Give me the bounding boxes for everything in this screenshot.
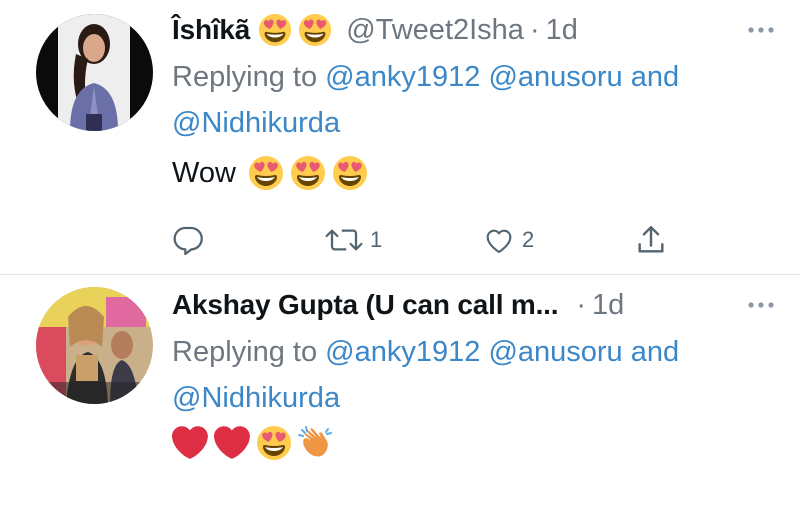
tweet-text [172, 425, 776, 461]
tweet[interactable]: Akshay Gupta (U can call m... · 1d Reply… [0, 275, 800, 506]
like-count: 2 [522, 227, 535, 252]
heart-eyes-emoji [258, 13, 292, 47]
mention-link[interactable]: @anky1912 [325, 61, 480, 93]
share-icon [638, 226, 664, 253]
mention-link[interactable]: @anusoru [488, 336, 622, 368]
reply-icon [173, 226, 203, 256]
replying-to-label: Replying to [172, 61, 318, 93]
heart-eyes-emoji [248, 155, 284, 191]
more-horizontal-icon [748, 302, 774, 308]
red-heart-emoji [214, 425, 250, 461]
heart-icon [486, 229, 512, 254]
tweet-text-content: Wow [172, 157, 236, 189]
mention-link[interactable]: @anky1912 [325, 336, 480, 368]
heart-eyes-emoji [256, 425, 292, 461]
display-name[interactable]: Akshay Gupta (U can call m... [172, 289, 559, 321]
timestamp[interactable]: 1d [546, 14, 578, 47]
more-options-button[interactable] [746, 285, 776, 325]
reply-button[interactable] [172, 222, 210, 258]
display-name[interactable]: Îshîkã [172, 14, 250, 46]
replying-to: Replying to @anky1912 @anusoru and @Nidh… [172, 329, 776, 421]
mention-link[interactable]: @Nidhikurda [172, 107, 340, 139]
more-horizontal-icon [748, 27, 774, 33]
mention-link[interactable]: @anusoru [488, 61, 622, 93]
tweet-text: Wow [172, 150, 776, 196]
tweet-header: Akshay Gupta (U can call m... · 1d [172, 285, 776, 325]
mention-and[interactable]: and [631, 336, 679, 368]
mention-and[interactable]: and [631, 61, 679, 93]
avatar[interactable] [36, 287, 153, 404]
tweet-actions: 1 2 [172, 222, 672, 258]
replying-to: Replying to @anky1912 @anusoru and @Nidh… [172, 54, 776, 146]
separator-dot: · [576, 288, 586, 321]
share-button[interactable] [634, 222, 668, 258]
retweet-icon [325, 229, 363, 251]
username-handle[interactable]: @Tweet2Isha [346, 14, 524, 47]
clapping-hands-emoji [298, 425, 334, 461]
avatar-photo [36, 14, 153, 131]
tweet-body: Îshîkã @Tweet2Isha · 1d Replying to @ank… [172, 10, 776, 196]
replying-to-label: Replying to [172, 336, 318, 368]
heart-eyes-emoji [290, 155, 326, 191]
retweet-count: 1 [370, 227, 383, 252]
timestamp[interactable]: 1d [592, 289, 624, 322]
more-options-button[interactable] [746, 10, 776, 50]
retweet-button[interactable]: 1 [324, 222, 382, 258]
heart-eyes-emoji [332, 155, 368, 191]
like-button[interactable]: 2 [482, 222, 534, 258]
heart-eyes-emoji [298, 13, 332, 47]
tweet-body: Akshay Gupta (U can call m... · 1d Reply… [172, 285, 776, 461]
avatar[interactable] [36, 14, 153, 131]
red-heart-emoji [172, 425, 208, 461]
tweet-header: Îshîkã @Tweet2Isha · 1d [172, 10, 776, 50]
tweet[interactable]: Îshîkã @Tweet2Isha · 1d Replying to @ank… [0, 0, 800, 275]
separator-dot: · [529, 13, 540, 46]
avatar-photo [36, 287, 153, 404]
mention-link[interactable]: @Nidhikurda [172, 382, 340, 414]
